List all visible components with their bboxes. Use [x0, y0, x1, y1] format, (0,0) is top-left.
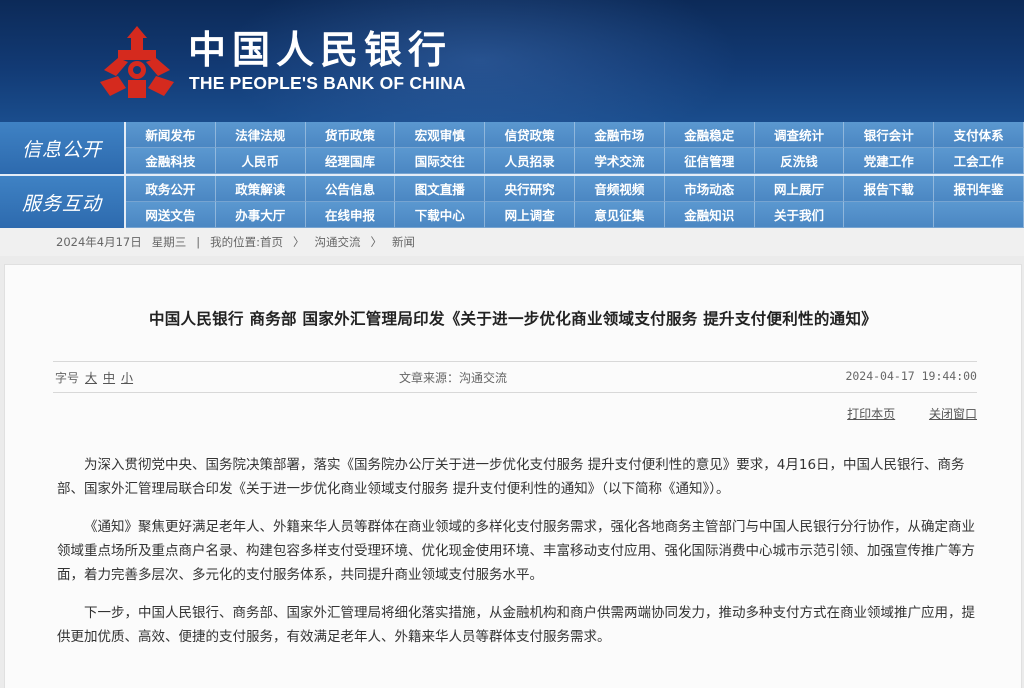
breadcrumb-weekday: 星期三	[151, 235, 187, 249]
nav-item[interactable]: 货币政策	[305, 122, 396, 148]
site-title-cn: 中国人民银行	[188, 27, 453, 72]
nav-item[interactable]: 银行会计	[844, 122, 935, 148]
font-size-label: 字号	[55, 371, 80, 385]
print-page-link[interactable]: 打印本页	[847, 407, 895, 421]
nav-item[interactable]: 下载中心	[395, 202, 486, 228]
nav-grid-info: 新闻发布 法律法规 货币政策 宏观审慎 信贷政策 金融市场 金融稳定 调查统计 …	[126, 122, 1024, 174]
nav-item[interactable]: 学术交流	[575, 148, 665, 174]
font-size-controls: 字号大中小	[55, 369, 133, 386]
nav-item[interactable]: 网送文告	[126, 202, 216, 228]
nav-item[interactable]: 金融科技	[126, 148, 216, 174]
nav-item[interactable]: 党建工作	[844, 148, 935, 174]
nav-item-empty	[934, 202, 1024, 228]
nav-item[interactable]: 金融市场	[575, 122, 665, 148]
nav-item[interactable]: 调查统计	[754, 122, 845, 148]
location-label-text: 我的位置:	[210, 235, 260, 249]
nav-item[interactable]: 信贷政策	[485, 122, 575, 148]
article-panel: 中国人民银行 商务部 国家外汇管理局印发《关于进一步优化商业领域支付服务 提升支…	[4, 264, 1022, 688]
article-title: 中国人民银行 商务部 国家外汇管理局印发《关于进一步优化商业领域支付服务 提升支…	[148, 310, 878, 328]
nav-item[interactable]: 报刊年鉴	[934, 176, 1024, 202]
nav-item-empty	[844, 202, 935, 228]
nav-grid-service: 政务公开 政策解读 公告信息 图文直播 央行研究 音频视频 市场动态 网上展厅 …	[126, 176, 1024, 228]
nav-item[interactable]: 金融知识	[664, 202, 755, 228]
nav-item[interactable]: 政务公开	[126, 176, 216, 202]
nav-item[interactable]: 在线申报	[305, 202, 396, 228]
nav-item[interactable]: 办事大厅	[215, 202, 306, 228]
nav-title-info[interactable]: 信息公开	[0, 122, 124, 174]
nav-item[interactable]: 国际交往	[395, 148, 486, 174]
nav-item[interactable]: 网上展厅	[754, 176, 845, 202]
font-size-large-link[interactable]: 大	[85, 371, 97, 385]
nav-item[interactable]: 政策解读	[215, 176, 306, 202]
nav-item[interactable]: 新闻发布	[126, 122, 216, 148]
site-title-en: THE PEOPLE'S BANK OF CHINA	[189, 73, 466, 93]
nav-item[interactable]: 宏观审慎	[395, 122, 486, 148]
nav-item[interactable]: 法律法规	[215, 122, 306, 148]
breadcrumb-separator: |	[196, 235, 201, 249]
pboc-emblem-icon[interactable]	[96, 24, 178, 100]
nav-item[interactable]: 征信管理	[664, 148, 755, 174]
nav-item[interactable]: 报告下载	[844, 176, 935, 202]
nav-item[interactable]: 经理国库	[305, 148, 396, 174]
nav-item[interactable]: 人员招录	[485, 148, 575, 174]
breadcrumb-arrow-icon: 〉	[370, 235, 382, 249]
article-paragraph: 《通知》聚焦更好满足老年人、外籍来华人员等群体在商业领域的多样化支付服务需求，强…	[57, 519, 975, 583]
nav-group-info: 信息公开 新闻发布 法律法规 货币政策 宏观审慎 信贷政策 金融市场 金融稳定 …	[0, 122, 1024, 174]
nav-item[interactable]: 公告信息	[305, 176, 396, 202]
breadcrumb-section-link[interactable]: 沟通交流	[314, 234, 360, 250]
nav-item[interactable]: 央行研究	[485, 176, 575, 202]
article-meta-bar: 字号大中小 文章来源：沟通交流 2024-04-17 19:44:00	[53, 361, 977, 393]
breadcrumb: 2024年4月17日 星期三 | 我的位置:首页 〉 沟通交流 〉 新闻	[0, 228, 1024, 256]
nav-item[interactable]: 人民币	[215, 148, 306, 174]
nav-item[interactable]: 金融稳定	[664, 122, 755, 148]
article-body: 为深入贯彻党中央、国务院决策部署，落实《国务院办公厅关于进一步优化支付服务 提升…	[57, 453, 981, 663]
nav-item[interactable]: 支付体系	[934, 122, 1024, 148]
nav-item[interactable]: 音频视频	[575, 176, 665, 202]
nav-item[interactable]: 图文直播	[395, 176, 486, 202]
nav-item[interactable]: 意见征集	[575, 202, 665, 228]
close-window-link[interactable]: 关闭窗口	[929, 407, 977, 421]
article-tools: 打印本页 关闭窗口	[817, 405, 977, 422]
breadcrumb-date: 2024年4月17日	[56, 235, 142, 249]
breadcrumb-location-label: 我的位置:首页	[210, 234, 283, 250]
font-size-medium-link[interactable]: 中	[103, 371, 115, 385]
article-source: 文章来源：沟通交流	[399, 371, 508, 385]
breadcrumb-home-link[interactable]: 首页	[260, 235, 283, 249]
nav-item[interactable]: 反洗钱	[754, 148, 845, 174]
nav-group-service: 服务互动 政务公开 政策解读 公告信息 图文直播 央行研究 音频视频 市场动态 …	[0, 176, 1024, 228]
article-datetime: 2024-04-17 19:44:00	[845, 369, 977, 383]
nav-item[interactable]: 市场动态	[664, 176, 755, 202]
article-paragraph: 为深入贯彻党中央、国务院决策部署，落实《国务院办公厅关于进一步优化支付服务 提升…	[57, 457, 965, 497]
breadcrumb-current-link[interactable]: 新闻	[392, 234, 415, 250]
site-header: 中国人民银行 THE PEOPLE'S BANK OF CHINA	[0, 0, 1024, 122]
nav-item[interactable]: 网上调查	[485, 202, 575, 228]
article-paragraph: 下一步，中国人民银行、商务部、国家外汇管理局将细化落实措施，从金融机构和商户供需…	[57, 605, 975, 645]
main-navigation: 信息公开 新闻发布 法律法规 货币政策 宏观审慎 信贷政策 金融市场 金融稳定 …	[0, 122, 1024, 228]
font-size-small-link[interactable]: 小	[121, 371, 133, 385]
breadcrumb-arrow-icon: 〉	[292, 235, 305, 249]
nav-item[interactable]: 关于我们	[754, 202, 845, 228]
nav-title-service[interactable]: 服务互动	[0, 176, 124, 228]
nav-item[interactable]: 工会工作	[934, 148, 1024, 174]
